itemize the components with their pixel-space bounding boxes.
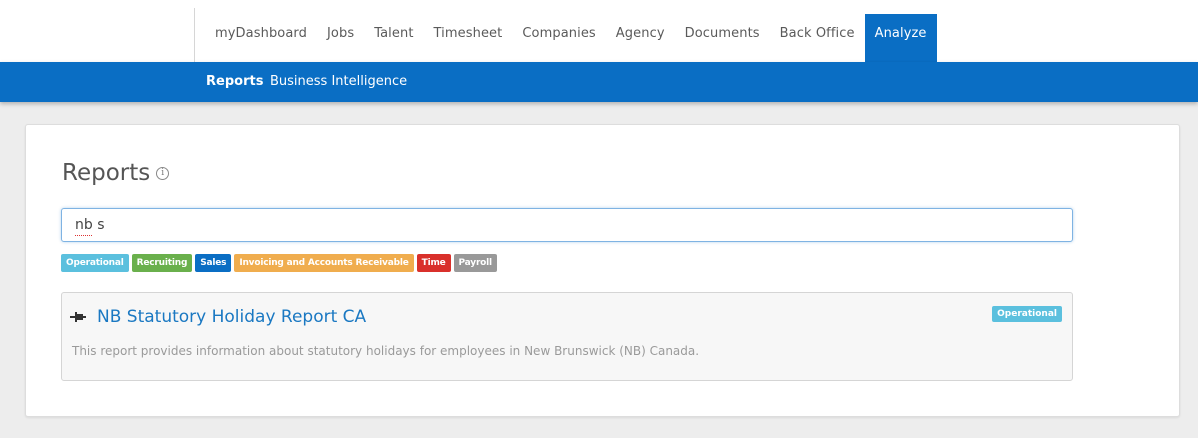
- spellcheck-underline: [75, 233, 92, 236]
- nav-divider: [194, 8, 195, 62]
- top-navigation: myDashboard Jobs Talent Timesheet Compan…: [0, 0, 1198, 62]
- tag-sales[interactable]: Sales: [195, 254, 232, 272]
- subnav-business-intelligence[interactable]: Business Intelligence: [270, 74, 407, 89]
- tab-talent[interactable]: Talent: [364, 14, 423, 62]
- tag-operational[interactable]: Operational: [61, 254, 129, 272]
- main-tabs: myDashboard Jobs Talent Timesheet Compan…: [205, 14, 937, 62]
- subnav-reports[interactable]: Reports: [206, 74, 263, 89]
- page-heading: Reports i: [62, 160, 170, 186]
- tab-jobs[interactable]: Jobs: [317, 14, 364, 62]
- reports-panel: Reports i Operational Recruiting Sales I…: [25, 124, 1180, 417]
- tab-analyze[interactable]: Analyze: [864, 14, 937, 62]
- report-result-card[interactable]: NB Statutory Holiday Report CA This repo…: [61, 292, 1073, 381]
- tag-recruiting[interactable]: Recruiting: [131, 254, 193, 272]
- tag-payroll[interactable]: Payroll: [453, 254, 497, 272]
- report-description: This report provides information about s…: [72, 344, 700, 358]
- tab-agency[interactable]: Agency: [606, 14, 675, 62]
- search-input[interactable]: [61, 208, 1073, 242]
- info-icon[interactable]: i: [156, 166, 170, 180]
- tab-companies[interactable]: Companies: [512, 14, 605, 62]
- page-title: Reports: [62, 160, 151, 186]
- tab-mydashboard[interactable]: myDashboard: [205, 14, 317, 62]
- tab-timesheet[interactable]: Timesheet: [424, 14, 513, 62]
- pin-icon[interactable]: [70, 309, 86, 325]
- tag-invoicing[interactable]: Invoicing and Accounts Receivable: [234, 254, 414, 272]
- report-category-badge: Operational: [992, 306, 1062, 322]
- tab-back-office[interactable]: Back Office: [770, 14, 865, 62]
- tab-documents[interactable]: Documents: [675, 14, 770, 62]
- category-tags: Operational Recruiting Sales Invoicing a…: [61, 254, 497, 272]
- tag-time[interactable]: Time: [416, 254, 451, 272]
- sub-navigation: Reports Business Intelligence: [0, 62, 1198, 102]
- report-title-link[interactable]: NB Statutory Holiday Report CA: [97, 307, 366, 327]
